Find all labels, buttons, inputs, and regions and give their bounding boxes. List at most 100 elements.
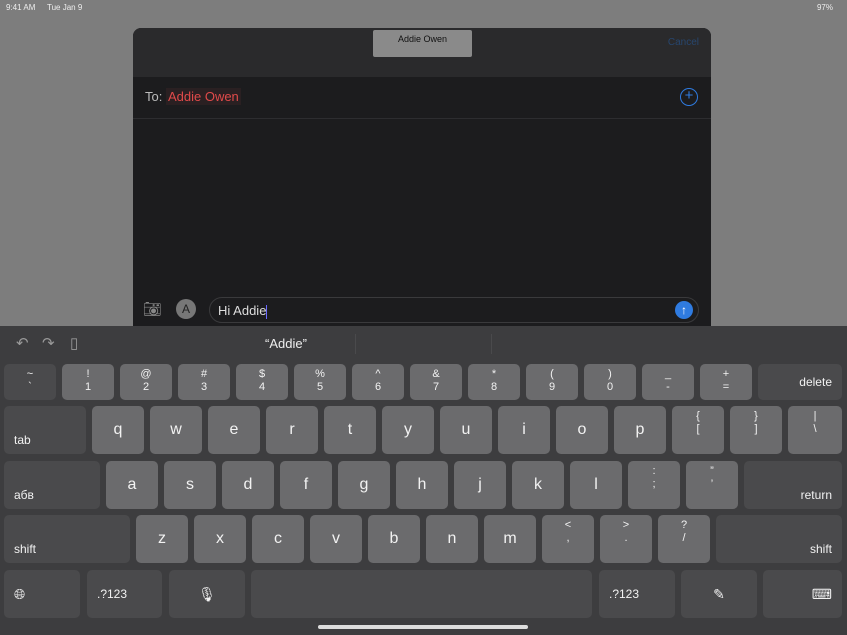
key-;[interactable]: :;: [628, 461, 680, 509]
home-indicator[interactable]: [318, 625, 528, 629]
paste-icon[interactable]: ▯: [70, 334, 78, 352]
key-label: j: [478, 476, 482, 493]
status-time: 9:41 AM: [6, 3, 36, 12]
mic-icon[interactable]: 🎙︎: [169, 570, 245, 618]
key-p[interactable]: p: [614, 406, 666, 454]
key-0[interactable]: ) 0: [584, 364, 636, 400]
key-label: }: [754, 410, 758, 422]
suggestion[interactable]: “Addie”: [265, 336, 307, 351]
key-label: k: [534, 476, 542, 493]
key-f[interactable]: f: [280, 461, 332, 509]
key-u[interactable]: u: [440, 406, 492, 454]
key-g[interactable]: g: [338, 461, 390, 509]
space-key[interactable]: [251, 570, 592, 618]
key-’[interactable]: ”’: [686, 461, 738, 509]
key-d[interactable]: d: [222, 461, 274, 509]
key-4[interactable]: $4: [236, 364, 288, 400]
app-store-icon[interactable]: A: [176, 299, 196, 319]
key-`[interactable]: ~ `: [4, 364, 56, 400]
key-s[interactable]: s: [164, 461, 216, 509]
key--[interactable]: _ -: [642, 364, 694, 400]
key-w[interactable]: w: [150, 406, 202, 454]
key-z[interactable]: z: [136, 515, 188, 563]
key-\[interactable]: | \: [788, 406, 842, 454]
key-label: ^: [375, 368, 381, 380]
key-y[interactable]: y: [382, 406, 434, 454]
add-contact-icon[interactable]: +: [680, 88, 698, 106]
key-l[interactable]: l: [570, 461, 622, 509]
key-2[interactable]: @2: [120, 364, 172, 400]
key-.?123[interactable]: .?123: [599, 570, 675, 618]
send-button[interactable]: ↑: [675, 301, 693, 319]
to-field[interactable]: To: Addie Owen +: [133, 77, 711, 119]
key-label: a: [127, 476, 137, 493]
to-label: To:: [145, 89, 163, 104]
key-7[interactable]: & 7: [410, 364, 462, 400]
key-label: !: [86, 368, 90, 380]
key-t[interactable]: t: [324, 406, 376, 454]
key-shift[interactable]: shift: [4, 515, 130, 563]
key-n[interactable]: n: [426, 515, 478, 563]
cancel-button[interactable]: Cancel: [668, 37, 699, 48]
key-a[interactable]: a: [106, 461, 158, 509]
key-label: (: [550, 368, 554, 380]
key-5[interactable]: % 5: [294, 364, 346, 400]
key-label: 3: [200, 381, 208, 393]
recipient-chip[interactable]: Addie Owen: [165, 88, 241, 105]
key-label: shift: [809, 542, 832, 556]
key-e[interactable]: e: [208, 406, 260, 454]
message-input[interactable]: Hi Addie ↑: [209, 297, 699, 323]
key-9[interactable]: (9: [526, 364, 578, 400]
key-b[interactable]: b: [368, 515, 420, 563]
key-label: ?: [680, 519, 688, 531]
key-8[interactable]: * 8: [468, 364, 520, 400]
redo-icon[interactable]: ↷: [42, 334, 55, 352]
key-6[interactable]: ^ 6: [352, 364, 404, 400]
key-,[interactable]: <,: [542, 515, 594, 563]
key-/[interactable]: ? /: [658, 515, 710, 563]
key-v[interactable]: v: [310, 515, 362, 563]
key-shift[interactable]: shift: [716, 515, 842, 563]
key-label: n: [447, 530, 457, 547]
key-c[interactable]: c: [252, 515, 304, 563]
key-m[interactable]: m: [484, 515, 536, 563]
key-=[interactable]: + =: [700, 364, 752, 400]
key-.?123[interactable]: .?123: [87, 570, 162, 618]
key-][interactable]: }]: [730, 406, 782, 454]
key-o[interactable]: o: [556, 406, 608, 454]
key-label: y: [404, 421, 412, 438]
key-label: 9: [548, 381, 556, 393]
key-tab[interactable]: tab: [4, 406, 86, 454]
key-label: *: [491, 368, 497, 380]
key-label: =: [722, 381, 730, 393]
key-абв[interactable]: абв: [4, 461, 100, 509]
key-label: t: [347, 421, 353, 438]
globe-icon[interactable]: 🌐︎: [4, 570, 80, 618]
key-delete[interactable]: delete: [758, 364, 842, 400]
keyboard-hide-icon[interactable]: ⌨︎: [763, 570, 842, 618]
key-label: p: [635, 421, 645, 438]
key-label: u: [461, 421, 471, 438]
key-label: @: [140, 368, 152, 380]
key-label: w: [170, 421, 182, 438]
key-label: {: [696, 410, 700, 422]
scribble-icon[interactable]: ✎: [681, 570, 757, 618]
key-1[interactable]: ! 1: [62, 364, 114, 400]
sheet-header: Addie Owen Cancel: [133, 28, 711, 77]
key-j[interactable]: j: [454, 461, 506, 509]
key-.[interactable]: >.: [600, 515, 652, 563]
camera-icon[interactable]: 📷︎: [143, 300, 162, 318]
key-q[interactable]: q: [92, 406, 144, 454]
key-i[interactable]: i: [498, 406, 550, 454]
key-label: %: [315, 368, 325, 380]
key-label: ~: [26, 368, 34, 380]
key-k[interactable]: k: [512, 461, 564, 509]
key-label: x: [216, 530, 224, 547]
key-[[interactable]: {[: [672, 406, 724, 454]
undo-icon[interactable]: ↶: [16, 334, 29, 352]
key-x[interactable]: x: [194, 515, 246, 563]
key-r[interactable]: r: [266, 406, 318, 454]
key-return[interactable]: return: [744, 461, 842, 509]
key-3[interactable]: #3: [178, 364, 230, 400]
key-h[interactable]: h: [396, 461, 448, 509]
